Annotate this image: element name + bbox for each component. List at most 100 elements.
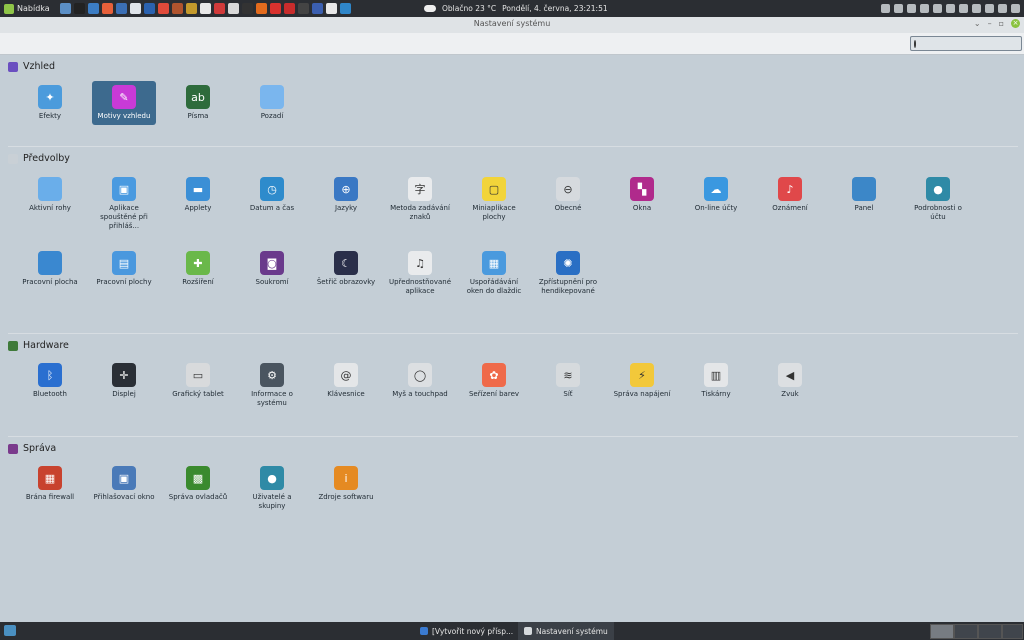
settings-item-1-17[interactable]: ☾ Šetřič obrazovky: [314, 251, 378, 287]
settings-item-1-14[interactable]: ▤ Pracovní plochy: [92, 251, 156, 287]
volume-icon[interactable]: [998, 4, 1007, 13]
settings-item-1-11[interactable]: Panel: [832, 177, 896, 213]
settings-item-3-4[interactable]: i Zdroje softwaru: [314, 466, 378, 502]
usb-icon[interactable]: [946, 4, 955, 13]
settings-item-1-19[interactable]: ▦ Uspořádávání oken do dlaždic: [462, 251, 526, 296]
settings-item-label: Šetřič obrazovky: [316, 278, 376, 286]
1-icon[interactable]: [894, 4, 903, 13]
settings-item-3-1[interactable]: ▣ Přihlašovací okno: [92, 466, 156, 502]
launcher-16-icon[interactable]: [283, 3, 295, 14]
launcher-18-icon[interactable]: [311, 3, 323, 14]
workspace-3[interactable]: [978, 624, 1002, 639]
launcher-7-icon[interactable]: [157, 3, 169, 14]
settings-item-3-2[interactable]: ▩ Správa ovladačů: [166, 466, 230, 502]
users-icon[interactable]: [985, 4, 994, 13]
launcher-0-icon[interactable]: [59, 3, 71, 14]
settings-item-1-16[interactable]: ◙ Soukromí: [240, 251, 304, 287]
settings-item-1-4[interactable]: ⊕ Jazyky: [314, 177, 378, 213]
launcher-3-icon[interactable]: [101, 3, 113, 14]
weather-clock[interactable]: Oblačno 23 °C Pondělí, 4. června, 23:21:…: [424, 0, 608, 17]
window-titlebar[interactable]: Nastavení systému ⌄ – ▫ ×: [0, 17, 1024, 34]
settings-item-1-8[interactable]: ▚ Okna: [610, 177, 674, 213]
launcher-2-icon[interactable]: [87, 3, 99, 14]
settings-item-1-18[interactable]: ♫ Upřednostňované aplikace: [388, 251, 452, 296]
launcher-9-icon[interactable]: [185, 3, 197, 14]
settings-item-1-10[interactable]: ♪ Oznámení: [758, 177, 822, 213]
workspace-2[interactable]: [954, 624, 978, 639]
launcher-10-icon[interactable]: [199, 3, 211, 14]
launcher-11-icon[interactable]: [213, 3, 225, 14]
settings-item-0-3[interactable]: Pozadí: [240, 85, 304, 121]
settings-item-1-15[interactable]: ✚ Rozšíření: [166, 251, 230, 287]
settings-item-label: Zvuk: [781, 390, 799, 398]
launcher-6-icon[interactable]: [143, 3, 155, 14]
settings-item-3-0[interactable]: ▦ Brána firewall: [18, 466, 82, 502]
settings-item-3-3[interactable]: ● Uživatelé a skupiny: [240, 466, 304, 511]
settings-item-1-6[interactable]: ▢ Miniaplikace plochy: [462, 177, 526, 222]
launcher-19-icon[interactable]: [325, 3, 337, 14]
launcher-1-icon[interactable]: [73, 3, 85, 14]
launcher-4-icon[interactable]: [115, 3, 127, 14]
launcher-8-icon[interactable]: [171, 3, 183, 14]
settings-item-icon: ▚: [630, 177, 654, 201]
settings-item-icon: [38, 177, 62, 201]
settings-item-label: Efekty: [38, 112, 62, 120]
settings-item-0-1[interactable]: ✎ Motivy vzhledu: [92, 81, 156, 125]
network-icon[interactable]: [933, 4, 942, 13]
taskbar-item-1[interactable]: Nastavení systému: [518, 622, 614, 640]
settings-item-2-7[interactable]: ≋ Síť: [536, 363, 600, 399]
settings-item-2-9[interactable]: ▥ Tiskárny: [684, 363, 748, 399]
settings-item-label: Myš a touchpad: [392, 390, 448, 398]
restore-icon[interactable]: ▫: [999, 19, 1004, 28]
user-icon[interactable]: [972, 4, 981, 13]
settings-item-1-20[interactable]: ✺ Zpřístupnění pro hendikepované: [536, 251, 600, 296]
settings-item-1-7[interactable]: ⊖ Obecné: [536, 177, 600, 213]
settings-item-1-3[interactable]: ◷ Datum a čas: [240, 177, 304, 213]
settings-item-2-3[interactable]: ⚙ Informace o systému: [240, 363, 304, 408]
settings-item-label: Metoda zadávání znaků: [390, 204, 450, 221]
search-box[interactable]: [910, 36, 1024, 51]
taskbar-item-0[interactable]: [Vytvořit nový přísp...: [414, 622, 519, 640]
shield-icon[interactable]: [907, 4, 916, 13]
a-icon[interactable]: [881, 4, 890, 13]
settings-item-icon: ⊕: [334, 177, 358, 201]
launcher-5-icon[interactable]: [129, 3, 141, 14]
settings-item-1-12[interactable]: ● Podrobnosti o účtu: [906, 177, 970, 222]
settings-item-icon: ◷: [260, 177, 284, 201]
settings-item-2-4[interactable]: @ Klávesnice: [314, 363, 378, 399]
menu-button[interactable]: Nabídka: [0, 0, 54, 17]
launcher-17-icon[interactable]: [297, 3, 309, 14]
minimize-icon[interactable]: ⌄: [974, 19, 981, 28]
settings-item-2-10[interactable]: ◀ Zvuk: [758, 363, 822, 399]
launcher-12-icon[interactable]: [227, 3, 239, 14]
launcher-13-icon[interactable]: [241, 3, 253, 14]
workspace-1[interactable]: [930, 624, 954, 639]
settings-item-1-1[interactable]: ▣ Aplikace spouštěné při přihláš...: [92, 177, 156, 231]
settings-item-2-2[interactable]: ▭ Grafický tablet: [166, 363, 230, 399]
close-icon[interactable]: ×: [1011, 19, 1020, 28]
settings-item-2-1[interactable]: ✛ Displej: [92, 363, 156, 399]
battery-icon[interactable]: [1011, 4, 1020, 13]
settings-item-icon: @: [334, 363, 358, 387]
settings-item-2-8[interactable]: ⚡ Správa napájení: [610, 363, 674, 399]
settings-item-2-5[interactable]: ◯ Myš a touchpad: [388, 363, 452, 399]
settings-item-1-2[interactable]: ▬ Applety: [166, 177, 230, 213]
show-desktop-icon[interactable]: [4, 625, 16, 636]
settings-item-2-0[interactable]: ᛒ Bluetooth: [18, 363, 82, 399]
settings-item-0-0[interactable]: ✦ Efekty: [18, 85, 82, 121]
workspace-4[interactable]: [1002, 624, 1023, 639]
launcher-15-icon[interactable]: [269, 3, 281, 14]
settings-item-1-13[interactable]: Pracovní plocha: [18, 251, 82, 287]
update-icon[interactable]: [920, 4, 929, 13]
settings-item-icon: ▣: [112, 177, 136, 201]
search-input[interactable]: [916, 38, 1024, 49]
maximize-icon[interactable]: –: [988, 19, 992, 28]
settings-item-1-5[interactable]: 字 Metoda zadávání znaků: [388, 177, 452, 222]
settings-item-2-6[interactable]: ✿ Seřízení barev: [462, 363, 526, 399]
launcher-14-icon[interactable]: [255, 3, 267, 14]
launcher-20-icon[interactable]: [339, 3, 351, 14]
settings-item-1-0[interactable]: Aktivní rohy: [18, 177, 82, 213]
settings-item-0-2[interactable]: ab Písma: [166, 85, 230, 121]
settings-item-1-9[interactable]: ☁ On-line účty: [684, 177, 748, 213]
power-icon[interactable]: [959, 4, 968, 13]
